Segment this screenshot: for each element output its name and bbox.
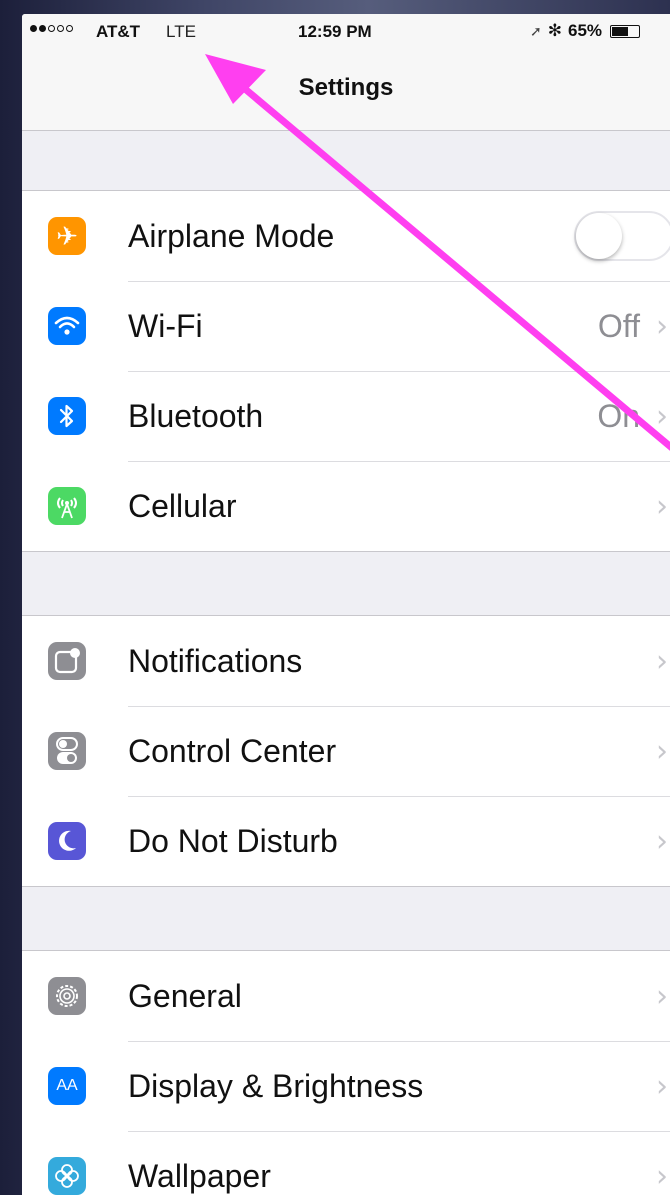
settings-row-cellular[interactable]: Cellular › — [22, 461, 670, 551]
settings-row-do-not-disturb[interactable]: Do Not Disturb › — [22, 796, 670, 886]
signal-dot — [30, 25, 37, 32]
wallpaper-icon — [48, 1157, 86, 1195]
wifi-icon — [48, 307, 86, 345]
navigation-bar: Settings — [22, 50, 670, 131]
chevron-right-icon: › — [656, 824, 668, 859]
row-label: Cellular — [128, 488, 237, 524]
signal-strength-icon — [30, 25, 73, 32]
display-brightness-icon: AA — [48, 1067, 86, 1105]
battery-fill — [612, 26, 629, 36]
chevron-right-icon: › — [656, 734, 668, 769]
status-bar: AT&T LTE 12:59 PM ➚ ✻ 65% — [22, 14, 670, 50]
status-indicators: ➚ ✻ 65% — [530, 21, 641, 41]
moon-icon — [48, 822, 86, 860]
notifications-icon — [48, 642, 86, 680]
page-title: Settings — [298, 74, 394, 101]
settings-row-notifications[interactable]: Notifications › — [22, 616, 670, 706]
chevron-right-icon: › — [656, 399, 668, 434]
row-label: General — [128, 978, 242, 1014]
chevron-right-icon: › — [656, 1159, 668, 1194]
settings-group-general: General › AA Display & Brightness › Wall… — [22, 950, 670, 1195]
row-label: Airplane Mode — [128, 218, 335, 254]
chevron-right-icon: › — [656, 644, 668, 679]
chevron-right-icon: › — [656, 979, 668, 1014]
cellular-antenna-icon — [48, 487, 86, 525]
gear-icon — [48, 977, 86, 1015]
settings-row-general[interactable]: General › — [22, 951, 670, 1041]
network-type: LTE — [166, 22, 196, 41]
chevron-right-icon: › — [656, 1069, 668, 1104]
settings-row-control-center[interactable]: Control Center › — [22, 706, 670, 796]
signal-dot — [48, 25, 55, 32]
display-brightness-glyph: AA — [56, 1077, 78, 1094]
settings-group-system: Notifications › Control Center › Do Not … — [22, 615, 670, 887]
battery-percent: 65% — [567, 21, 603, 40]
location-arrow-icon: ➚ — [530, 22, 542, 39]
row-label: Wi-Fi — [128, 308, 203, 344]
settings-group-connectivity: ✈ Airplane Mode Wi-Fi Off › Bluetooth On… — [22, 190, 670, 552]
row-label: Bluetooth — [128, 398, 264, 434]
bluetooth-icon — [48, 397, 86, 435]
battery-icon — [610, 24, 641, 38]
settings-row-wifi[interactable]: Wi-Fi Off › — [22, 281, 670, 371]
status-time: 12:59 PM — [298, 22, 372, 41]
settings-row-wallpaper[interactable]: Wallpaper › — [22, 1131, 670, 1195]
row-label: Do Not Disturb — [128, 823, 338, 859]
signal-dot — [66, 25, 73, 32]
control-center-icon — [48, 732, 86, 770]
row-label: Control Center — [128, 733, 337, 769]
toggle-knob — [576, 213, 622, 259]
carrier-name: AT&T — [96, 22, 141, 41]
signal-dot — [39, 25, 46, 32]
settings-screen: AT&T LTE 12:59 PM ➚ ✻ 65% Settings ✈ Air… — [22, 14, 670, 1195]
signal-dot — [57, 25, 64, 32]
airplane-icon: ✈ — [48, 217, 86, 255]
row-label: Notifications — [128, 643, 303, 679]
settings-row-bluetooth[interactable]: Bluetooth On › — [22, 371, 670, 461]
settings-row-display-brightness[interactable]: AA Display & Brightness › — [22, 1041, 670, 1131]
row-label: Wallpaper — [128, 1158, 271, 1194]
airplane-mode-toggle[interactable] — [574, 211, 670, 261]
row-label: Display & Brightness — [128, 1068, 424, 1104]
row-value: Off — [597, 308, 640, 344]
chevron-right-icon: › — [656, 309, 668, 344]
bluetooth-icon: ✻ — [547, 21, 562, 40]
row-value: On — [597, 398, 640, 434]
chevron-right-icon: › — [656, 489, 668, 524]
settings-row-airplane-mode[interactable]: ✈ Airplane Mode — [22, 191, 670, 281]
